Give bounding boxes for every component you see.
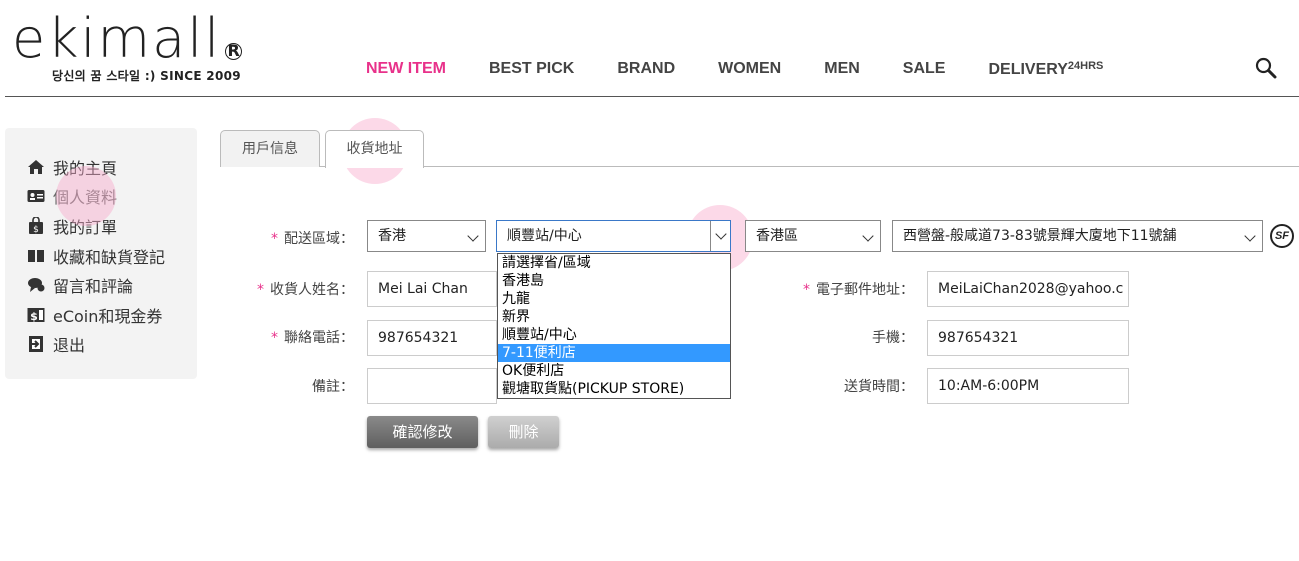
sidebar-item-logout[interactable]: 退出: [5, 330, 197, 360]
phone-label-text: 聯絡電話：: [284, 330, 354, 346]
sidebar-item-label: 我的主頁: [53, 158, 118, 178]
station-select-value: 西營盤-般咸道73-83號景輝大廈地下11號舖: [903, 228, 1177, 244]
mobile-label: 手機：: [872, 330, 914, 346]
main-nav: NEW ITEM BEST PICK BRAND WOMEN MEN SALE …: [366, 60, 1146, 79]
delivery-method-dropdown: 請選擇省/區域 香港島 九龍 新界 順豐站/中心 7-11便利店 OK便利店 觀…: [497, 253, 731, 399]
phone-label: * 聯絡電話：: [250, 327, 354, 347]
dropdown-option-highlighted[interactable]: 7-11便利店: [498, 344, 730, 362]
tab-shipping-address[interactable]: 收貨地址: [325, 130, 424, 168]
region-select[interactable]: 香港: [367, 220, 486, 252]
sidebar-item-profile[interactable]: 個人資料: [5, 182, 197, 212]
nav-delivery[interactable]: DELIVERY24HRS: [988, 60, 1103, 79]
dropdown-option[interactable]: 順豐站/中心: [498, 326, 730, 344]
delivery-area-label: * 配送區域：: [250, 228, 354, 248]
nav-sale[interactable]: SALE: [903, 60, 946, 79]
sidebar-item-label: 留言和評論: [53, 277, 134, 297]
district-select-value: 香港區: [756, 228, 798, 244]
nav-women[interactable]: WOMEN: [718, 60, 781, 79]
delivery-method-select[interactable]: 順豐站/中心: [496, 220, 731, 252]
svg-text:$: $: [30, 310, 38, 323]
coupon-icon: $: [27, 306, 45, 324]
book-icon: [27, 247, 45, 265]
svg-text:$: $: [33, 225, 39, 235]
id-card-icon: [27, 187, 45, 205]
required-mark: *: [257, 282, 264, 298]
remarks-field[interactable]: [367, 368, 497, 404]
logo-wordmark: ekimall R: [12, 7, 312, 70]
header-divider: [5, 96, 1299, 97]
chevron-down-icon: [715, 228, 727, 240]
required-mark: *: [271, 231, 278, 247]
chevron-down-icon: [467, 230, 479, 242]
sf-express-icon: SF: [1270, 224, 1294, 248]
nav-delivery-sup: 24HRS: [1067, 60, 1104, 72]
email-label: * 電子郵件地址：: [790, 279, 914, 299]
dropdown-option[interactable]: 香港島: [498, 272, 730, 290]
delete-button[interactable]: 刪除: [488, 416, 559, 448]
recipient-label: * 收貨人姓名：: [250, 279, 354, 299]
recipient-label-text: 收貨人姓名：: [270, 282, 354, 298]
confirm-button[interactable]: 確認修改: [367, 416, 478, 448]
dropdown-option[interactable]: 九龍: [498, 290, 730, 308]
chevron-down-icon: [1244, 230, 1256, 242]
nav-new-item[interactable]: NEW ITEM: [366, 60, 446, 79]
logo[interactable]: ekimall R 당신의 꿈 스타일 :) SINCE 2009: [12, 7, 312, 84]
station-select[interactable]: 西營盤-般咸道73-83號景輝大廈地下11號舖: [892, 220, 1263, 252]
remarks-label: 備註：: [312, 379, 354, 395]
district-select[interactable]: 香港區: [745, 220, 881, 252]
sidebar-item-comments[interactable]: 留言和評論: [5, 270, 197, 300]
chevron-down-icon: [862, 230, 874, 242]
sidebar-item-label: 個人資料: [53, 188, 118, 208]
sidebar-item-favorites[interactable]: 收藏和缺貨登記: [5, 241, 197, 271]
phone-field[interactable]: 987654321: [367, 320, 497, 356]
region-select-value: 香港: [378, 228, 406, 244]
dropdown-option[interactable]: 觀塘取貨點(PICKUP STORE): [498, 380, 730, 398]
sidebar-item-label: 收藏和缺貨登記: [53, 247, 166, 267]
dropdown-option[interactable]: OK便利店: [498, 362, 730, 380]
email-label-text: 電子郵件地址：: [816, 282, 914, 298]
sidebar-item-orders[interactable]: $ 我的訂單: [5, 211, 197, 241]
sidebar-item-ecoin[interactable]: $ eCoin和現金券: [5, 300, 197, 330]
dropdown-option[interactable]: 請選擇省/區域: [498, 254, 730, 272]
dropdown-option[interactable]: 新界: [498, 308, 730, 326]
sidebar-item-home[interactable]: 我的主頁: [5, 152, 197, 182]
sidebar-item-label: 退出: [53, 336, 86, 356]
search-icon[interactable]: [1255, 57, 1277, 79]
dropdown-toggle[interactable]: [710, 221, 730, 251]
chat-icon: [27, 276, 45, 294]
nav-brand[interactable]: BRAND: [617, 60, 675, 79]
logo-text: ekimall: [12, 7, 222, 70]
delivery-area-text: 配送區域：: [284, 231, 354, 247]
email-field[interactable]: MeiLaiChan2028@yahoo.c: [927, 271, 1129, 307]
required-mark: *: [803, 282, 810, 298]
delivery-time-label: 送貨時間：: [844, 379, 914, 395]
recipient-name-field[interactable]: Mei Lai Chan: [367, 271, 497, 307]
shopping-bag-icon: $: [27, 216, 45, 235]
required-mark: *: [271, 330, 278, 346]
nav-delivery-label: DELIVERY: [988, 61, 1068, 78]
home-icon: [27, 158, 45, 176]
nav-best-pick[interactable]: BEST PICK: [489, 60, 574, 79]
registered-mark: R: [225, 43, 243, 60]
delivery-method-value: 順豐站/中心: [507, 228, 582, 244]
mobile-field[interactable]: 987654321: [927, 320, 1129, 356]
nav-men[interactable]: MEN: [824, 60, 860, 79]
sidebar-item-label: eCoin和現金券: [53, 306, 163, 326]
sidebar: 我的主頁 個人資料 $ 我的訂單 收藏和缺貨登記 留言和評論 $ eCoin和現…: [5, 128, 197, 379]
sidebar-item-label: 我的訂單: [53, 217, 118, 237]
logo-tagline: 당신의 꿈 스타일 :) SINCE 2009: [52, 69, 241, 83]
logout-icon: [27, 335, 45, 353]
tab-user-info[interactable]: 用戶信息: [220, 130, 320, 167]
delivery-time-field[interactable]: 10:AM-6:00PM: [927, 368, 1129, 404]
